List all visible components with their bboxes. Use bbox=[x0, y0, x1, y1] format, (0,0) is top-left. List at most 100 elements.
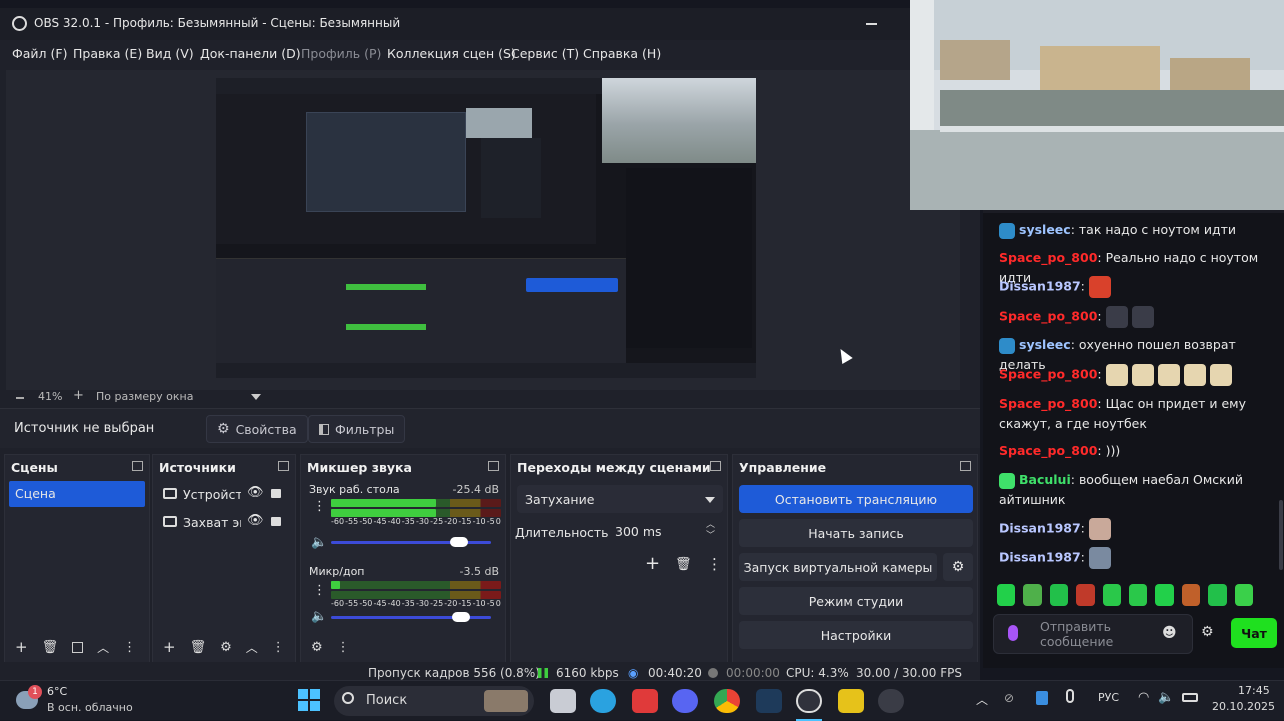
gear-icon[interactable]: ⚙ bbox=[220, 640, 232, 655]
menu-help[interactable]: Справка (H) bbox=[583, 46, 661, 61]
menu-view[interactable]: Вид (V) bbox=[146, 46, 194, 61]
emote-icon[interactable] bbox=[1023, 584, 1042, 606]
undock-icon[interactable] bbox=[488, 461, 499, 471]
file-explorer-icon[interactable] bbox=[550, 689, 576, 713]
battery-icon[interactable] bbox=[1182, 693, 1198, 702]
slider-handle[interactable] bbox=[452, 612, 470, 622]
move-up-icon[interactable]: ︿ bbox=[246, 639, 258, 656]
trash-icon[interactable]: 🗑 bbox=[42, 640, 59, 655]
emote-icon[interactable] bbox=[1155, 584, 1174, 606]
chat-username[interactable]: Space_po_800 bbox=[999, 396, 1097, 411]
wifi-icon[interactable]: ◠ bbox=[1138, 690, 1149, 705]
speaker-icon[interactable]: 🔈 bbox=[311, 535, 327, 550]
emoji-icon[interactable]: ☻ bbox=[1162, 625, 1177, 641]
lock-icon[interactable] bbox=[271, 517, 281, 526]
menu-tools[interactable]: Сервис (T) bbox=[511, 46, 579, 61]
mixer-settings-icon[interactable]: ⚙ bbox=[311, 640, 323, 655]
discord-icon[interactable] bbox=[672, 689, 698, 713]
eye-icon[interactable]: 👁 bbox=[247, 485, 264, 500]
microphone-icon[interactable] bbox=[1066, 689, 1074, 703]
properties-button[interactable]: ⚙ Свойства bbox=[206, 415, 308, 443]
chat-send-button[interactable]: Чат bbox=[1231, 618, 1277, 648]
stop-stream-button[interactable]: Остановить трансляцию bbox=[739, 485, 973, 513]
chat-username[interactable]: Space_po_800 bbox=[999, 443, 1097, 458]
stepper-icon[interactable]: ︿ ﹀ bbox=[706, 520, 715, 542]
scene-item[interactable]: Сцена bbox=[9, 481, 145, 507]
telegram-icon[interactable] bbox=[590, 689, 616, 713]
speaker-icon[interactable]: 🔈 bbox=[311, 609, 327, 624]
undock-icon[interactable] bbox=[960, 461, 971, 471]
chat-scrollbar[interactable] bbox=[1279, 500, 1283, 570]
emote-icon[interactable] bbox=[1234, 584, 1254, 606]
preview-canvas[interactable] bbox=[6, 70, 960, 390]
shield-icon[interactable] bbox=[1036, 691, 1048, 705]
clock-date[interactable]: 20.10.2025 bbox=[1212, 700, 1275, 713]
slider-handle[interactable] bbox=[450, 537, 468, 547]
chat-username[interactable]: Space_po_800 bbox=[999, 250, 1097, 265]
network-off-icon[interactable]: ⊘ bbox=[1004, 691, 1014, 705]
add-icon[interactable]: + bbox=[163, 638, 176, 656]
more-icon[interactable]: ⋮ bbox=[313, 583, 326, 598]
microphone-icon[interactable] bbox=[1008, 625, 1018, 641]
eye-icon[interactable]: 👁 bbox=[247, 513, 264, 528]
menu-file[interactable]: Файл (F) bbox=[12, 46, 67, 61]
emote-icon[interactable] bbox=[1049, 584, 1069, 606]
source-item[interactable]: Захват эк 👁 bbox=[159, 513, 293, 533]
clock-time[interactable]: 17:45 bbox=[1238, 684, 1270, 697]
filters-button[interactable]: Фильтры bbox=[308, 415, 406, 443]
chat-username[interactable]: Dissan1987 bbox=[999, 521, 1081, 536]
more-icon[interactable]: ⋮ bbox=[313, 499, 326, 514]
app-icon[interactable] bbox=[632, 689, 658, 713]
emote-icon[interactable] bbox=[1208, 584, 1227, 606]
chat-username[interactable]: Bacului bbox=[1019, 472, 1071, 487]
menu-docks[interactable]: Док-панели (D) bbox=[200, 46, 301, 61]
more-icon[interactable]: ⋮ bbox=[272, 640, 285, 655]
add-icon[interactable]: + bbox=[15, 638, 28, 656]
transition-select[interactable]: Затухание bbox=[517, 485, 723, 513]
undock-icon[interactable] bbox=[278, 461, 289, 471]
start-recording-button[interactable]: Начать запись bbox=[739, 519, 973, 547]
chevron-down-icon[interactable] bbox=[251, 394, 261, 400]
zoom-in-icon[interactable]: + bbox=[73, 388, 84, 403]
weather-widget[interactable]: 1 6°C В осн. облачно bbox=[12, 685, 142, 717]
trash-icon[interactable]: 🗑 bbox=[675, 557, 692, 572]
emote-icon[interactable] bbox=[1102, 584, 1122, 606]
more-icon[interactable]: ⋮ bbox=[707, 555, 722, 573]
chat-settings-icon[interactable]: ⚙ bbox=[1201, 624, 1214, 640]
virtual-camera-settings-icon[interactable]: ⚙ bbox=[943, 553, 973, 581]
steam-icon[interactable] bbox=[756, 689, 782, 713]
duration-field[interactable]: 300 ms ︿ ﹀ bbox=[607, 519, 721, 545]
chat-username[interactable]: Space_po_800 bbox=[999, 367, 1097, 382]
undock-icon[interactable] bbox=[710, 461, 721, 471]
menu-scene-collection[interactable]: Коллекция сцен (S) bbox=[387, 46, 516, 61]
menu-profile[interactable]: Профиль (P) bbox=[301, 46, 381, 61]
add-icon[interactable]: + bbox=[645, 553, 660, 574]
volume-slider[interactable] bbox=[331, 537, 491, 547]
source-item[interactable]: Устройств 👁 bbox=[159, 485, 293, 505]
trash-icon[interactable]: 🗑 bbox=[190, 640, 207, 655]
menu-edit[interactable]: Правка (E) bbox=[73, 46, 142, 61]
language-indicator[interactable]: РУС bbox=[1098, 691, 1119, 704]
windows-start-icon[interactable] bbox=[298, 689, 320, 711]
virtual-camera-button[interactable]: Запуск виртуальной камеры bbox=[739, 553, 937, 581]
settings-button[interactable]: Настройки bbox=[739, 621, 973, 649]
chrome-icon[interactable] bbox=[714, 689, 740, 713]
chat-username[interactable]: sysleec bbox=[1019, 337, 1071, 352]
emote-icon[interactable] bbox=[1181, 584, 1201, 606]
taskbar-search[interactable]: Поиск bbox=[334, 686, 534, 716]
tray-expand-icon[interactable]: ︿ bbox=[976, 691, 988, 708]
volume-icon[interactable]: 🔈 bbox=[1158, 690, 1174, 705]
emote-icon[interactable] bbox=[1076, 584, 1095, 606]
chat-input[interactable]: Отправить сообщение ☻ bbox=[993, 614, 1193, 654]
minimize-icon[interactable] bbox=[866, 23, 877, 25]
obs-taskbar-icon[interactable] bbox=[796, 689, 822, 713]
undock-icon[interactable] bbox=[132, 461, 143, 471]
more-icon[interactable]: ⋮ bbox=[337, 640, 350, 655]
chat-username[interactable]: Dissan1987 bbox=[999, 550, 1081, 565]
scene-filters-icon[interactable] bbox=[72, 641, 84, 653]
chat-username[interactable]: sysleec bbox=[1019, 222, 1071, 237]
game-icon[interactable] bbox=[878, 689, 904, 713]
zoom-mode-select[interactable]: По размеру окна bbox=[96, 390, 193, 403]
studio-mode-button[interactable]: Режим студии bbox=[739, 587, 973, 615]
more-icon[interactable]: ⋮ bbox=[123, 640, 136, 655]
